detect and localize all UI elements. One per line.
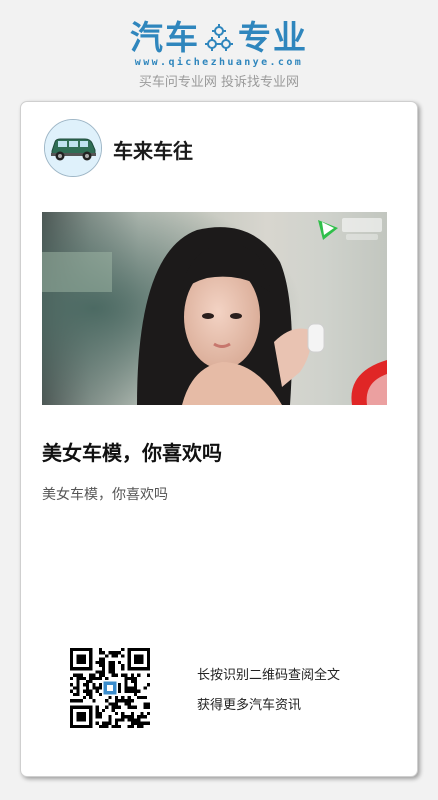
site-header: 汽车 专业 www.qichezhuanye.com 买车问专业网 投诉找专业网	[0, 0, 438, 100]
qr-promo-text: 获得更多汽车资讯	[197, 698, 302, 713]
site-logo[interactable]: 汽车 专业	[0, 18, 438, 58]
car-icon	[45, 120, 101, 176]
brand-right-text: 专业	[238, 18, 308, 57]
author-avatar[interactable]	[44, 119, 102, 177]
gear-icon	[204, 23, 234, 53]
article-title[interactable]: 美女车模，你喜欢吗	[42, 437, 222, 466]
article-cover-image[interactable]	[42, 212, 387, 405]
site-slogan: 买车问专业网 投诉找专业网	[138, 75, 300, 90]
author-name[interactable]: 车来车往	[113, 135, 193, 164]
brand-left-text: 汽车	[130, 18, 200, 57]
qr-instruction-text: 长按识别二维码查阅全文	[197, 668, 341, 683]
article-share-card: 车来车往 美女车模，你喜欢吗 美女车模，你喜欢吗 长按识别二维码查阅全文 获得更…	[20, 101, 418, 777]
article-summary: 美女车模，你喜欢吗	[42, 487, 168, 503]
qr-code[interactable]	[70, 648, 150, 728]
site-url[interactable]: www.qichezhuanye.com	[0, 57, 438, 68]
